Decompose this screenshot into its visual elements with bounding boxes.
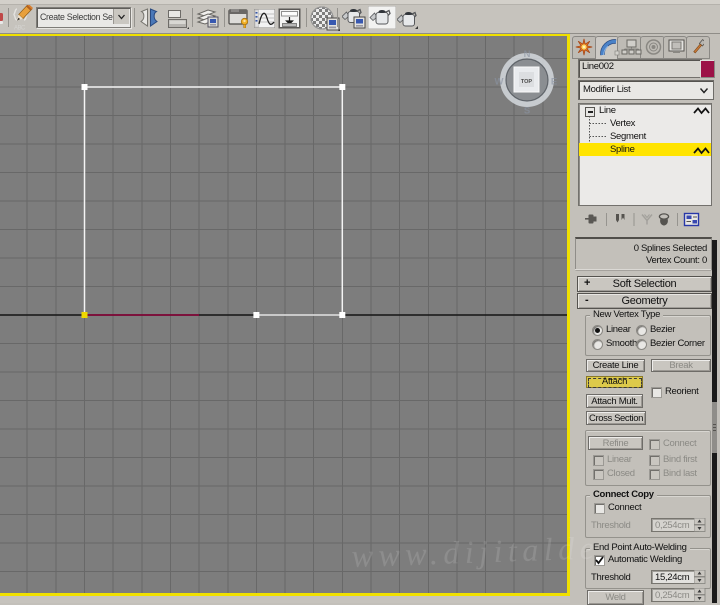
svg-text:S: S <box>524 106 530 117</box>
svg-text:W: W <box>495 77 504 88</box>
svg-text:E: E <box>551 77 557 88</box>
svg-text:ABC: ABC <box>14 26 26 31</box>
svg-text:N: N <box>524 49 531 60</box>
svg-text:TOP: TOP <box>521 79 533 85</box>
